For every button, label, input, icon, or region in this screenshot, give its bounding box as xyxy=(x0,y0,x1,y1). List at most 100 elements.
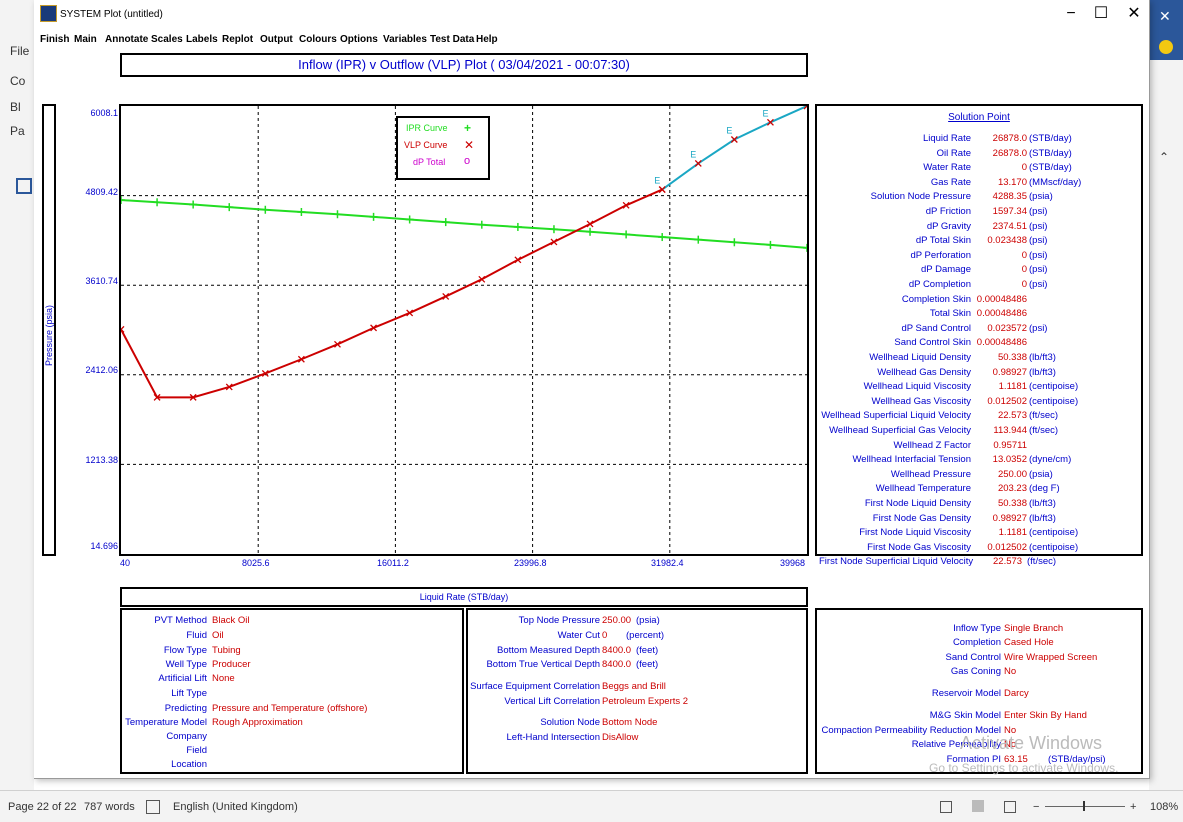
panel2-row: Solution Node Bottom Node xyxy=(468,716,806,730)
chevron-up-icon[interactable]: ⌃ xyxy=(1159,150,1169,164)
zoom-slider[interactable] xyxy=(1045,806,1125,807)
zoom-level[interactable]: 108% xyxy=(1150,801,1178,813)
solution-value: 0 xyxy=(1021,279,1027,290)
panel1-label: PVT Method xyxy=(154,615,207,626)
solution-value: 1.1181 xyxy=(998,381,1027,393)
solution-row: Wellhead Pressure 250.00 (psia) xyxy=(817,468,1141,482)
menu-main[interactable]: Main xyxy=(74,34,97,45)
menu-variables[interactable]: Variables xyxy=(383,34,427,45)
menu-output[interactable]: Output xyxy=(260,34,293,45)
zoom-out-button[interactable]: − xyxy=(1033,801,1039,813)
solution-label: dP Completion xyxy=(908,279,971,290)
solution-value: 0.023572 xyxy=(987,322,1027,334)
minimize-button[interactable]: − xyxy=(1056,4,1086,24)
solution-unit: (STB/day) xyxy=(1029,147,1072,159)
solution-row: Wellhead Gas Viscosity 0.012502 (centipois… xyxy=(817,395,1141,409)
panel1-row: Flow Type Tubing xyxy=(122,644,462,658)
page-count[interactable]: Page 22 of 22 xyxy=(8,801,77,813)
vlp-curve-line xyxy=(121,188,663,399)
menu-annotate[interactable]: Annotate xyxy=(105,34,148,45)
menu-help[interactable]: Help xyxy=(476,34,498,45)
menu-options[interactable]: Options xyxy=(340,34,378,45)
menu-scales[interactable]: Scales xyxy=(151,34,183,45)
panel1-row: Field xyxy=(122,744,462,758)
y-axis-label: Pressure (psia) xyxy=(44,304,54,366)
solution-label: dP Sand Control xyxy=(901,322,971,334)
panel3-value: Single Branch xyxy=(1004,623,1064,634)
panel2-label: Water Cut xyxy=(557,630,600,641)
point-label: E xyxy=(762,108,768,118)
solution-value: 26878.0 xyxy=(992,147,1027,159)
proofing-icon[interactable] xyxy=(146,800,160,814)
solution-value: 4288.35 xyxy=(992,191,1027,203)
maximize-button[interactable]: ☐ xyxy=(1086,4,1116,24)
solution-value: 203.23 xyxy=(997,483,1027,495)
well-info-panel: PVT Method Black Oil Fluid Oil Flow Type Tubi… xyxy=(120,608,464,774)
panel3-row: Gas Coning No xyxy=(817,665,1141,679)
word-left-item[interactable]: Bl xyxy=(10,100,21,114)
solution-row: Wellhead Temperature 203.23 (deg F) xyxy=(817,482,1141,496)
panel2-row: Vertical Lift Correlation Petroleum Exper… xyxy=(468,695,806,709)
y-tick: 4809.42 xyxy=(85,187,118,197)
system-plot-window: SYSTEM Plot (untitled) − ☐ ✕ Finish Main… xyxy=(34,0,1150,779)
solution-label: dP Friction xyxy=(925,206,971,217)
solution-unit: (deg F) xyxy=(1029,483,1060,495)
menu-test-data[interactable]: Test Data xyxy=(430,34,474,45)
solution-unit: (ft/sec) xyxy=(1029,425,1059,436)
solution-unit: (psi) xyxy=(1029,264,1048,276)
solution-extra-unit: (ft/sec) xyxy=(1027,556,1057,567)
close-button[interactable]: ✕ xyxy=(1119,4,1149,24)
solution-row: Oil Rate 26878.0 (STB/day) xyxy=(817,147,1141,161)
panel1-label: Location xyxy=(171,759,207,770)
solution-unit: (ft/sec) xyxy=(1029,410,1059,422)
solution-row: First Node Gas Density 0.98927 (lb/ft3) xyxy=(817,512,1141,526)
smiley-icon[interactable] xyxy=(1159,40,1173,54)
panel1-row: Predicting Pressure and Temperature (offs… xyxy=(122,702,462,716)
solution-row: First Node Gas Viscosity 0.012502 (centipo… xyxy=(817,541,1141,555)
solution-label: Completion Skin xyxy=(901,293,971,305)
menu-labels[interactable]: Labels xyxy=(186,34,218,45)
panel2-row: Top Node Pressure 250.00 (psia) xyxy=(468,614,806,628)
x-tick: 8025.6 xyxy=(242,558,270,568)
solution-row: Wellhead Interfacial Tension 13.0352 (dyne… xyxy=(817,453,1141,467)
panel1-value: None xyxy=(212,673,235,684)
menu-colours[interactable]: Colours xyxy=(299,34,337,45)
web-layout-icon[interactable] xyxy=(1004,801,1016,813)
legend-vlp: VLP Curve ✕ xyxy=(404,138,484,154)
word-file-tab[interactable]: File xyxy=(10,44,29,58)
word-left-item[interactable]: Co xyxy=(10,74,25,88)
panel2-unit: (feet) xyxy=(636,659,659,670)
solution-label: Solution Node Pressure xyxy=(870,191,971,203)
solution-unit: (MMscf/day) xyxy=(1029,176,1082,188)
solution-value: 26878.0 xyxy=(992,133,1027,144)
solution-unit: (lb/ft3) xyxy=(1029,352,1056,363)
solution-value: 0.012502 xyxy=(987,541,1027,553)
panel1-row: Temperature Model Rough Approximation xyxy=(122,716,462,730)
word-count[interactable]: 787 words xyxy=(84,801,135,813)
solution-value: 0 xyxy=(1021,264,1027,276)
word-left-item[interactable]: Pa xyxy=(10,124,25,138)
solution-label: dP Gravity xyxy=(926,220,971,232)
read-mode-icon[interactable] xyxy=(940,801,952,813)
panel1-row: Artificial Lift None xyxy=(122,672,462,686)
menu-finish[interactable]: Finish xyxy=(40,34,69,45)
solution-value: 1597.34 xyxy=(992,206,1027,217)
zoom-in-button[interactable]: + xyxy=(1130,801,1136,813)
solution-value: 0 xyxy=(1021,162,1027,174)
solution-value: 250.00 xyxy=(997,468,1027,480)
y-axis-label-box: Pressure (psia) xyxy=(42,104,56,556)
panel2-value: Bottom Node xyxy=(602,717,658,728)
solution-row: dP Gravity 2374.51 (psi) xyxy=(817,220,1141,234)
save-icon[interactable] xyxy=(16,178,32,194)
menu-replot[interactable]: Replot xyxy=(222,34,253,45)
solution-row: Wellhead Superficial Liquid Velocity 22.5… xyxy=(817,409,1141,423)
print-layout-icon[interactable] xyxy=(972,800,984,812)
zoom-slider-thumb[interactable] xyxy=(1083,801,1085,811)
panel2-label: Bottom True Vertical Depth xyxy=(486,659,600,670)
panel2-row: Bottom True Vertical Depth 8400.0 (feet) xyxy=(468,658,806,672)
panel3-row: Completion Cased Hole xyxy=(817,636,1141,650)
close-icon[interactable]: ✕ xyxy=(1159,8,1171,25)
solution-value: 113.944 xyxy=(993,425,1027,436)
language-indicator[interactable]: English (United Kingdom) xyxy=(173,801,298,813)
point-label: E xyxy=(690,149,696,159)
